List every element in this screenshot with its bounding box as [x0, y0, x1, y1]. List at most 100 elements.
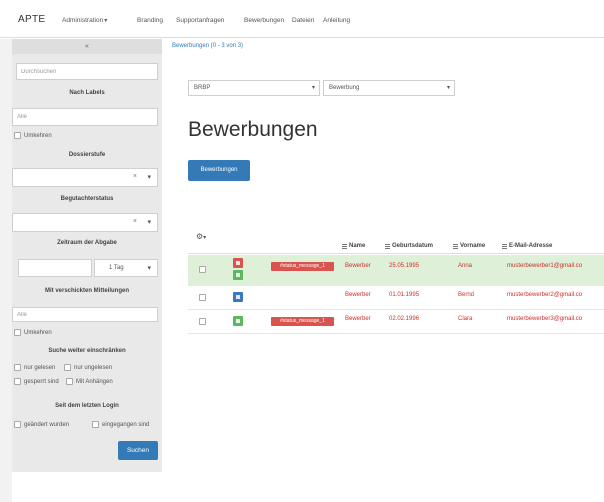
- status-label: #status_message_1: [271, 317, 334, 326]
- option-read[interactable]: nur gelesen: [14, 364, 55, 371]
- checkbox[interactable]: [92, 421, 99, 428]
- checkbox[interactable]: [14, 364, 21, 371]
- status-badge: [233, 258, 243, 268]
- page-gutter: [0, 39, 12, 502]
- chevron-down-icon: ▾: [311, 85, 315, 91]
- period-unit-select[interactable]: 1 Tag ▾: [94, 259, 158, 277]
- search-button[interactable]: Suchen: [118, 441, 158, 460]
- filter-sidebar: Nach Labels Umkehren Dossierstufe × ▾ Be…: [12, 54, 162, 472]
- checkbox[interactable]: [66, 378, 73, 385]
- sort-icon: [342, 243, 347, 249]
- page-title: Bewerbungen: [188, 118, 318, 141]
- column-header-email[interactable]: E-Mail-Adresse: [502, 243, 552, 249]
- labels-heading: Nach Labels: [69, 90, 105, 96]
- table-row[interactable]: #status_message_1 Bewerber 25.05.1995 An…: [188, 255, 604, 286]
- nav-administration[interactable]: Administration▾: [62, 17, 107, 24]
- chevron-down-icon: ▾: [147, 265, 151, 272]
- cell-name[interactable]: Bewerber: [345, 263, 371, 269]
- nav-branding[interactable]: Branding: [137, 17, 163, 24]
- messages-invert-checkbox[interactable]: Umkehren: [14, 329, 52, 336]
- search-input[interactable]: [16, 63, 158, 80]
- option-label: eingegangen sind: [102, 421, 150, 428]
- sidebar-header: «: [12, 39, 162, 54]
- chevron-down-icon: ▾: [147, 174, 151, 181]
- checkbox[interactable]: [14, 329, 21, 336]
- nav-supportanfragen[interactable]: Supportanfragen: [176, 17, 224, 24]
- since-login-heading: Seit dem letzten Login: [55, 403, 119, 409]
- option-label: gesperrt sind: [24, 378, 59, 385]
- labels-input[interactable]: [12, 108, 158, 126]
- checkbox[interactable]: [64, 364, 71, 371]
- caret-down-icon: ▾: [203, 235, 207, 241]
- cell-birthdate: 01.01.1995: [389, 292, 420, 298]
- option-received[interactable]: eingegangen sind: [92, 421, 149, 428]
- caret-down-icon: ▾: [104, 18, 108, 24]
- reviewer-select[interactable]: × ▾: [12, 213, 158, 232]
- column-header-label: Vorname: [460, 243, 486, 249]
- labels-invert-label: Umkehren: [24, 132, 52, 139]
- option-unread[interactable]: nur ungelesen: [64, 364, 112, 371]
- cell-email: musterbewerber2@gmail.co: [507, 292, 583, 298]
- option-locked[interactable]: gesperrt sind: [14, 378, 59, 385]
- column-header-firstname[interactable]: Vorname: [453, 243, 485, 249]
- row-checkbox[interactable]: [199, 294, 206, 301]
- cell-firstname: Bernd: [458, 292, 475, 298]
- table-row[interactable]: #status_message_1 Bewerber 02.02.1996 Cl…: [188, 310, 604, 334]
- option-attachments[interactable]: Mit Anhängen: [66, 378, 113, 385]
- cell-name[interactable]: Bewerber: [345, 316, 371, 322]
- chevron-down-icon: ▾: [446, 85, 450, 91]
- column-header-label: Geburtsdatum: [392, 243, 434, 249]
- table-settings-dropdown[interactable]: ⚙▾: [196, 232, 206, 241]
- clear-icon[interactable]: ×: [133, 173, 137, 180]
- breadcrumb[interactable]: Bewerbungen (0 - 3 von 3): [172, 43, 243, 49]
- status-badge: [233, 270, 243, 280]
- sort-icon: [385, 243, 390, 249]
- nav-bewerbungen[interactable]: Bewerbungen: [244, 17, 284, 24]
- cell-birthdate: 02.02.1996: [389, 316, 420, 322]
- checkbox[interactable]: [14, 421, 21, 428]
- sort-icon: [453, 243, 458, 249]
- option-changed[interactable]: geändert wurden: [14, 421, 69, 428]
- messages-heading: Mit verschickten Mitteilungen: [44, 288, 129, 294]
- row-checkbox[interactable]: [199, 318, 206, 325]
- column-header-birthdate[interactable]: Geburtsdatum: [385, 243, 433, 249]
- type-select[interactable]: Bewerbung ▾: [323, 80, 455, 96]
- row-checkbox[interactable]: [199, 266, 206, 273]
- program-select-value: BRBP: [194, 85, 211, 91]
- status-label: #status_message_1: [271, 262, 334, 271]
- cell-email: musterbewerber3@gmail.co: [507, 316, 583, 322]
- option-label: Mit Anhängen: [76, 378, 113, 385]
- column-header-name[interactable]: Name: [342, 243, 365, 249]
- period-amount-input[interactable]: [18, 259, 92, 277]
- collapse-icon[interactable]: «: [85, 43, 89, 50]
- cell-birthdate: 25.05.1995: [389, 263, 420, 269]
- dossier-select[interactable]: × ▾: [12, 168, 158, 187]
- refine-heading: Suche weiter einschränken: [48, 348, 126, 354]
- period-unit-value: 1 Tag: [109, 265, 124, 271]
- checkbox[interactable]: [14, 378, 21, 385]
- checkbox[interactable]: [14, 132, 21, 139]
- top-navbar: APTE Administration▾ Branding Supportanf…: [0, 0, 604, 38]
- cell-name[interactable]: Bewerber: [345, 292, 371, 298]
- cell-email: musterbewerber1@gmail.co: [507, 263, 583, 269]
- nav-anleitung[interactable]: Anleitung: [323, 17, 350, 24]
- labels-invert-checkbox[interactable]: Umkehren: [14, 132, 52, 139]
- type-select-value: Bewerbung: [329, 85, 360, 91]
- app-brand[interactable]: APTE: [18, 14, 45, 25]
- nav-administration-label: Administration: [62, 17, 104, 24]
- applications-button[interactable]: Bewerbungen: [188, 160, 250, 181]
- table-row[interactable]: Bewerber 01.01.1995 Bernd musterbewerber…: [188, 286, 604, 310]
- status-badge: [233, 292, 243, 302]
- option-label: nur ungelesen: [74, 364, 113, 371]
- table-header-divider: [188, 253, 604, 254]
- column-header-label: E-Mail-Adresse: [509, 243, 553, 249]
- nav-dateien[interactable]: Dateien: [292, 17, 314, 24]
- chevron-down-icon: ▾: [147, 219, 151, 226]
- cell-firstname: Anna: [458, 263, 473, 269]
- clear-icon[interactable]: ×: [133, 218, 137, 225]
- messages-input[interactable]: [12, 307, 158, 322]
- option-label: geändert wurden: [24, 421, 70, 428]
- program-select[interactable]: BRBP ▾: [188, 80, 320, 96]
- status-badge: [233, 316, 243, 326]
- cell-firstname: Clara: [458, 316, 473, 322]
